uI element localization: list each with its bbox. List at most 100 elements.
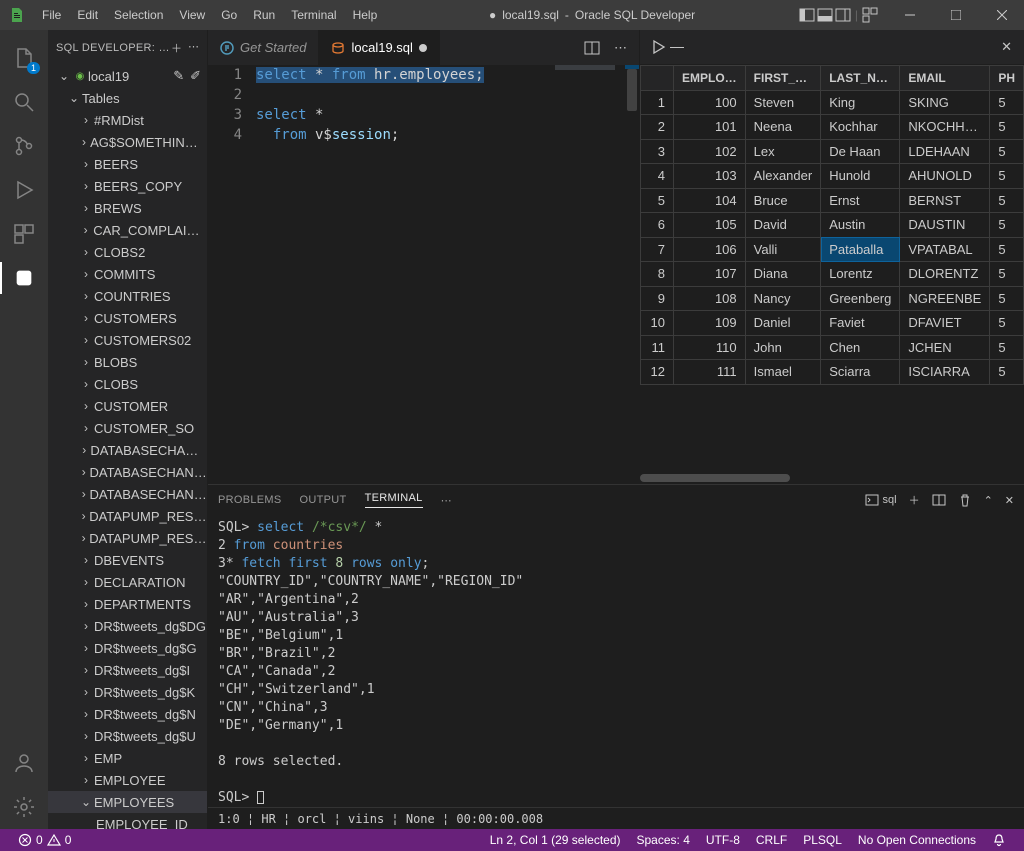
panel-close-icon[interactable]: ✕ xyxy=(1005,494,1014,507)
edit-pencil-icon[interactable]: ✎ xyxy=(173,68,184,84)
cell-employee-id[interactable]: 105 xyxy=(673,213,745,238)
cell-employee-id[interactable]: 110 xyxy=(673,335,745,360)
panel-maximize-icon[interactable]: ⌃ xyxy=(984,494,993,507)
cell-employee-id[interactable]: 102 xyxy=(673,139,745,164)
cell-phone[interactable]: 5 xyxy=(990,213,1024,238)
cell-email[interactable]: ISCIARRA xyxy=(900,360,990,385)
tree-table[interactable]: › BEERS_COPY xyxy=(48,175,207,197)
sql-developer-icon[interactable] xyxy=(0,256,48,300)
tree-table[interactable]: › DR$tweets_dg$I xyxy=(48,659,207,681)
cell-first-name[interactable]: Neena xyxy=(745,115,821,140)
tree-table[interactable]: › CLOBS2 xyxy=(48,241,207,263)
edit-icon[interactable]: ✐ xyxy=(190,68,201,84)
results-row[interactable]: 2101NeenaKochharNKOCHH…5 xyxy=(641,115,1024,140)
minimize-button[interactable] xyxy=(888,0,932,30)
cell-email[interactable]: VPATABAL xyxy=(900,237,990,262)
tree-table[interactable]: › COUNTRIES xyxy=(48,285,207,307)
accounts-icon[interactable] xyxy=(0,741,48,785)
toggle-panel-icon[interactable] xyxy=(817,7,833,23)
cell-phone[interactable]: 5 xyxy=(990,360,1024,385)
tree-table[interactable]: › DATABASECHANGELOG… xyxy=(48,483,207,505)
results-table[interactable]: EMPLO…FIRST_…LAST_N…EMAILPH1100StevenKin… xyxy=(640,65,1024,385)
maximize-button[interactable] xyxy=(934,0,978,30)
tree-tables-folder[interactable]: ⌄ Tables xyxy=(48,87,207,109)
run-query-icon[interactable] xyxy=(650,39,684,55)
cell-last-name[interactable]: Lorentz xyxy=(821,262,900,287)
status-spaces[interactable]: Spaces: 4 xyxy=(629,833,698,847)
toggle-primary-sidebar-icon[interactable] xyxy=(799,7,815,23)
results-row[interactable]: 3102LexDe HaanLDEHAAN5 xyxy=(641,139,1024,164)
cell-email[interactable]: SKING xyxy=(900,90,990,115)
results-row[interactable]: 11110JohnChenJCHEN5 xyxy=(641,335,1024,360)
customize-layout-icon[interactable] xyxy=(862,7,878,23)
cell-phone[interactable]: 5 xyxy=(990,286,1024,311)
cell-first-name[interactable]: John xyxy=(745,335,821,360)
cell-first-name[interactable]: Valli xyxy=(745,237,821,262)
cell-phone[interactable]: 5 xyxy=(990,237,1024,262)
cell-first-name[interactable]: David xyxy=(745,213,821,238)
menu-view[interactable]: View xyxy=(171,8,213,22)
cell-first-name[interactable]: Alexander xyxy=(745,164,821,189)
cell-last-name[interactable]: Austin xyxy=(821,213,900,238)
tree-column[interactable]: EMPLOYEE_ID xyxy=(48,813,207,829)
cell-employee-id[interactable]: 101 xyxy=(673,115,745,140)
new-terminal-icon[interactable]: ＋ xyxy=(909,492,920,508)
cell-first-name[interactable]: Nancy xyxy=(745,286,821,311)
cell-email[interactable]: DAUSTIN xyxy=(900,213,990,238)
cell-email[interactable]: DLORENTZ xyxy=(900,262,990,287)
status-connections[interactable]: No Open Connections xyxy=(850,833,984,847)
cell-phone[interactable]: 5 xyxy=(990,115,1024,140)
tree-table[interactable]: › DBEVENTS xyxy=(48,549,207,571)
tree-table[interactable]: › CUSTOMER_SO xyxy=(48,417,207,439)
menu-go[interactable]: Go xyxy=(213,8,245,22)
panel-tab-terminal[interactable]: TERMINAL xyxy=(365,492,423,508)
new-connection-icon[interactable]: ＋ xyxy=(171,40,182,56)
cell-employee-id[interactable]: 106 xyxy=(673,237,745,262)
tree-table[interactable]: › AG$SOMETHING_SOM… xyxy=(48,131,207,153)
status-errors[interactable]: 0 0 xyxy=(10,833,79,847)
cell-employee-id[interactable]: 108 xyxy=(673,286,745,311)
editor-vertical-scrollbar[interactable] xyxy=(625,65,639,484)
tree-table[interactable]: › EMPLOYEE xyxy=(48,769,207,791)
menu-edit[interactable]: Edit xyxy=(69,8,106,22)
more-actions-icon[interactable]: ⋯ xyxy=(188,40,199,56)
menu-help[interactable]: Help xyxy=(345,8,386,22)
cell-last-name[interactable]: Faviet xyxy=(821,311,900,336)
cell-email[interactable]: BERNST xyxy=(900,188,990,213)
tree-table[interactable]: › CUSTOMER xyxy=(48,395,207,417)
results-row[interactable]: 4103AlexanderHunoldAHUNOLD5 xyxy=(641,164,1024,189)
cell-employee-id[interactable]: 111 xyxy=(673,360,745,385)
tree-table[interactable]: › DR$tweets_dg$K xyxy=(48,681,207,703)
results-row[interactable]: 12111IsmaelSciarraISCIARRA5 xyxy=(641,360,1024,385)
kill-terminal-icon[interactable] xyxy=(958,493,972,507)
results-row[interactable]: 6105DavidAustinDAUSTIN5 xyxy=(641,213,1024,238)
status-language[interactable]: PLSQL xyxy=(795,833,850,847)
explorer-icon[interactable]: 1 xyxy=(0,36,48,80)
tree-table[interactable]: › CAR_COMPLAINTS xyxy=(48,219,207,241)
close-results-icon[interactable]: ✕ xyxy=(1001,39,1012,55)
split-terminal-icon[interactable] xyxy=(932,493,946,507)
cell-employee-id[interactable]: 107 xyxy=(673,262,745,287)
panel-tab-output[interactable]: OUTPUT xyxy=(300,494,347,506)
cell-first-name[interactable]: Ismael xyxy=(745,360,821,385)
status-encoding[interactable]: UTF-8 xyxy=(698,833,748,847)
tree-connection[interactable]: ⌄ ◉ local19 ✎✐ xyxy=(48,65,207,87)
cell-first-name[interactable]: Diana xyxy=(745,262,821,287)
cell-email[interactable]: JCHEN xyxy=(900,335,990,360)
menu-selection[interactable]: Selection xyxy=(106,8,171,22)
results-horizontal-scrollbar[interactable] xyxy=(640,472,1024,484)
results-header-cell[interactable] xyxy=(641,66,674,91)
tree-table[interactable]: › BREWS xyxy=(48,197,207,219)
code-body[interactable]: select * from hr.employees; select * fro… xyxy=(256,65,639,484)
cell-phone[interactable]: 5 xyxy=(990,311,1024,336)
tree-table[interactable]: › DR$tweets_dg$U xyxy=(48,725,207,747)
tree-table[interactable]: › CUSTOMERS xyxy=(48,307,207,329)
results-header-cell[interactable]: LAST_N… xyxy=(821,66,900,91)
cell-first-name[interactable]: Lex xyxy=(745,139,821,164)
results-row[interactable]: 10109DanielFavietDFAVIET5 xyxy=(641,311,1024,336)
cell-email[interactable]: NKOCHH… xyxy=(900,115,990,140)
tree-table[interactable]: › DR$tweets_dg$N xyxy=(48,703,207,725)
connection-tree[interactable]: ⌄ ◉ local19 ✎✐ ⌄ Tables › #RMDist › AG$S… xyxy=(48,65,207,829)
tree-table[interactable]: › CUSTOMERS02 xyxy=(48,329,207,351)
cell-phone[interactable]: 5 xyxy=(990,90,1024,115)
